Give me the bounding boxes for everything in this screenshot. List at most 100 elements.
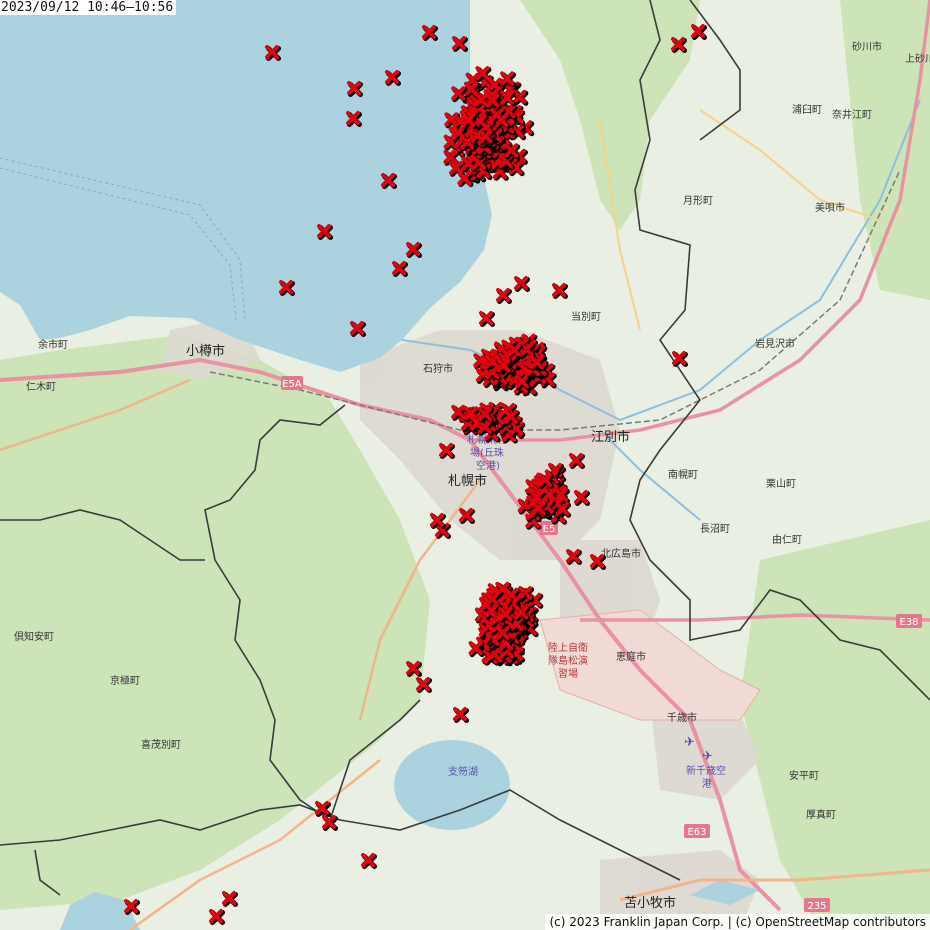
marker-x-icon[interactable] [381, 173, 397, 189]
marker-x-icon[interactable] [477, 419, 494, 436]
marker-x-icon[interactable] [346, 111, 362, 127]
marker-x-icon[interactable] [552, 283, 568, 299]
marker-x-icon[interactable] [350, 321, 366, 337]
marker-x-icon[interactable] [478, 129, 495, 146]
svg-text:E5: E5 [543, 524, 556, 535]
timestamp-label: 2023/09/12 10:46–10:56 [0, 0, 177, 15]
svg-text:場(丘珠: 場(丘珠 [470, 446, 504, 459]
marker-x-icon[interactable] [361, 853, 377, 869]
marker-x-icon[interactable] [498, 606, 515, 623]
place-label: 南幌町 [668, 468, 698, 481]
svg-text:習場: 習場 [558, 667, 578, 680]
marker-x-icon[interactable] [531, 501, 548, 518]
svg-text:E5A: E5A [282, 379, 302, 390]
marker-x-icon[interactable] [385, 70, 401, 86]
marker-x-icon[interactable] [519, 342, 536, 359]
place-label: 苫小牧市 [624, 895, 676, 911]
svg-text:✈: ✈ [702, 749, 713, 764]
place-label: 浦臼町 [792, 103, 822, 116]
place-label: 千歳市 [667, 711, 697, 724]
marker-x-icon[interactable] [451, 404, 468, 421]
marker-x-icon[interactable] [515, 374, 532, 391]
place-label: 小樽市 [186, 343, 225, 359]
marker-x-icon[interactable] [566, 549, 582, 565]
marker-x-icon[interactable] [477, 406, 494, 423]
marker-x-icon[interactable] [222, 891, 238, 907]
marker-x-icon[interactable] [406, 661, 422, 677]
marker-x-icon[interactable] [514, 605, 531, 622]
marker-x-icon[interactable] [671, 37, 687, 53]
svg-text:✈: ✈ [684, 735, 695, 750]
marker-x-icon[interactable] [457, 171, 474, 188]
place-label: 安平町 [789, 769, 819, 782]
svg-text:新千歳空: 新千歳空 [686, 764, 726, 777]
marker-x-icon[interactable] [416, 677, 432, 693]
attribution-text: (c) 2023 Franklin Japan Corp. | (c) Open… [545, 914, 930, 930]
marker-x-icon[interactable] [452, 36, 468, 52]
place-label: 岩見沢市 [755, 337, 795, 350]
sea [0, 0, 492, 372]
marker-x-icon[interactable] [209, 909, 225, 925]
place-label: 倶知安町 [14, 630, 54, 643]
marker-x-icon[interactable] [479, 311, 495, 327]
place-label: 支笏湖 [448, 765, 478, 778]
marker-x-icon[interactable] [514, 276, 530, 292]
svg-text:隊島松演: 隊島松演 [548, 654, 588, 667]
place-label: 札幌市 [448, 473, 487, 489]
marker-x-icon[interactable] [347, 81, 363, 97]
marker-x-icon[interactable] [317, 224, 333, 240]
marker-x-icon[interactable] [265, 45, 281, 61]
marker-x-icon[interactable] [392, 261, 408, 277]
road-shield-e63: E63 [684, 824, 710, 838]
marker-x-icon[interactable] [494, 113, 511, 130]
marker-x-icon[interactable] [453, 707, 469, 723]
svg-text:陸上自衛: 陸上自衛 [548, 641, 588, 654]
marker-x-icon[interactable] [475, 66, 492, 83]
marker-x-icon[interactable] [439, 443, 455, 459]
marker-x-icon[interactable] [499, 90, 516, 107]
marker-x-icon[interactable] [406, 242, 422, 258]
marker-x-icon[interactable] [529, 355, 546, 372]
marker-x-icon[interactable] [485, 93, 502, 110]
marker-x-icon[interactable] [507, 342, 524, 359]
place-label: 由仁町 [772, 533, 802, 546]
marker-x-icon[interactable] [496, 358, 513, 375]
svg-text:E38: E38 [899, 617, 918, 628]
marker-x-icon[interactable] [461, 113, 478, 130]
place-label: 美唄市 [815, 201, 845, 214]
road-shield-e5a: E5A [281, 376, 303, 390]
place-label: 余市町 [38, 338, 68, 351]
place-label: 月形町 [683, 195, 713, 207]
marker-x-icon[interactable] [322, 815, 338, 831]
marker-x-icon[interactable] [504, 143, 521, 160]
marker-x-icon[interactable] [555, 501, 572, 518]
marker-x-icon[interactable] [495, 625, 512, 642]
marker-x-icon[interactable] [691, 24, 707, 40]
svg-text:港: 港 [702, 778, 712, 790]
marker-x-icon[interactable] [459, 508, 475, 524]
marker-x-icon[interactable] [503, 409, 520, 426]
place-label: 厚真町 [806, 808, 836, 821]
marker-x-icon[interactable] [315, 801, 331, 817]
marker-x-icon[interactable] [500, 71, 517, 88]
lake-shikotsu [394, 740, 510, 830]
place-label: 仁木町 [26, 381, 56, 393]
marker-x-icon[interactable] [672, 351, 688, 367]
marker-x-icon[interactable] [512, 89, 529, 106]
marker-x-icon[interactable] [422, 25, 438, 41]
marker-x-icon[interactable] [569, 453, 585, 469]
place-label: 京極町 [110, 674, 140, 687]
marker-x-icon[interactable] [124, 899, 140, 915]
place-label: 栗山町 [766, 478, 796, 490]
marker-x-icon[interactable] [537, 472, 554, 489]
marker-x-icon[interactable] [279, 280, 295, 296]
marker-x-icon[interactable] [574, 490, 590, 506]
marker-x-icon[interactable] [468, 641, 485, 658]
marker-x-icon[interactable] [451, 86, 468, 103]
marker-x-icon[interactable] [496, 288, 512, 304]
marker-x-icon[interactable] [430, 513, 446, 529]
map-canvas[interactable]: E5A E5 E38 E63 235 ✈ ✈ 砂川市 上砂川 浦臼町 奈井江町 … [0, 0, 930, 930]
marker-x-icon[interactable] [590, 554, 606, 570]
svg-text:空港): 空港) [476, 459, 500, 472]
road-shield-e38: E38 [896, 614, 922, 628]
